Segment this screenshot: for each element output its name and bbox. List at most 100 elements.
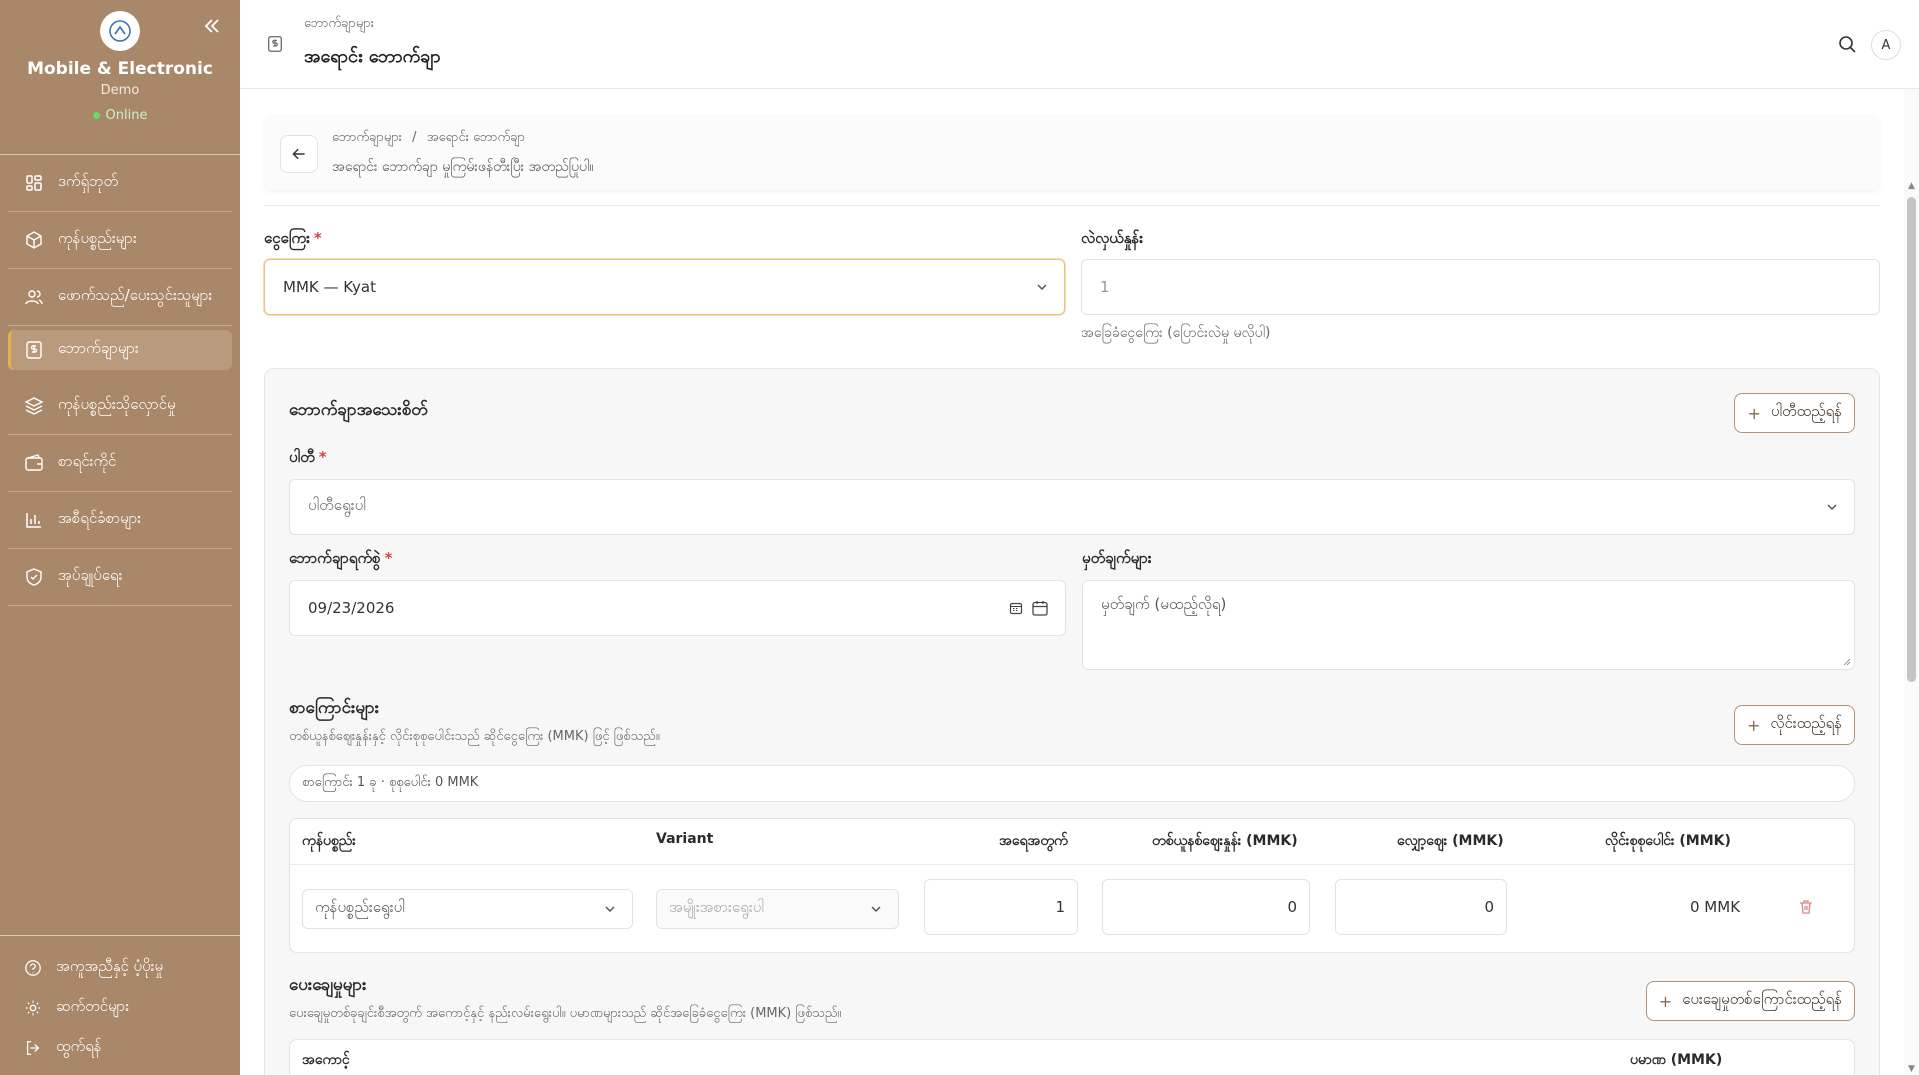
help-circle-icon <box>25 960 41 976</box>
breadcrumb-parent[interactable]: ဘောက်ချာများ <box>332 130 402 145</box>
sidebar-item-label: အစီရင်ခံစာများ <box>58 509 142 527</box>
add-party-button[interactable]: + ပါတီထည့်ရန် <box>1734 393 1855 433</box>
brand-logo-icon <box>109 20 131 42</box>
column-header: လိုင်းစုစုပေါင်း (MMK) <box>1605 833 1731 849</box>
party-placeholder: ပါတီရွေးပါ <box>308 496 366 514</box>
exchange-rate-input[interactable]: 1 <box>1081 259 1880 315</box>
sidebar-item-label: ဘောက်ချာများ <box>58 339 139 357</box>
receipt-dollar-icon <box>268 36 282 52</box>
voucher-date-value: 09/23/2026 <box>308 599 395 617</box>
box-icon <box>26 231 42 249</box>
breadcrumb: ဘောက်ချာများ / အရောင်း ဘောက်ချာ <box>332 129 525 148</box>
back-button[interactable] <box>280 135 318 173</box>
notes-textarea[interactable]: မှတ်ချက် (မထည့်လိုရ) <box>1082 580 1855 670</box>
sidebar-item-customers[interactable]: ဖောက်သည်/ပေးသွင်းသူများ <box>8 269 232 326</box>
online-label: Online <box>105 108 148 123</box>
calendar-icon[interactable] <box>1031 599 1049 617</box>
notes-label: မှတ်ချက်များ <box>1082 549 1152 567</box>
variant-placeholder: အမျိုးအစားရွေးပါ <box>669 898 764 916</box>
sidebar-item-label: ကုန်ပစ္စည်းများ <box>58 229 137 247</box>
sidebar: Mobile & Electronic Demo Online ဒက်ရှ်ဘု… <box>0 0 240 1075</box>
voucher-details-panel: ဘောက်ချာအသေးစိတ် + ပါတီထည့်ရန် ပါတီ * ပါတ… <box>264 368 1880 1075</box>
plus-icon: + <box>1747 403 1761 423</box>
currency-value: MMK — Kyat <box>283 278 376 296</box>
plus-icon: + <box>1747 715 1761 735</box>
sidebar-footer: အကူအညီနှင့် ပံ့ပိုးမှု ဆက်တင်များ ထွက်ရန… <box>0 935 240 1075</box>
sidebar-item-help[interactable]: အကူအညီနှင့် ပံ့ပိုးမှု <box>0 948 240 988</box>
product-select[interactable]: ကုန်ပစ္စည်းရွေးပါ <box>302 889 633 929</box>
header-breadcrumb[interactable]: ဘောက်ချာများ <box>304 15 374 34</box>
main-content: ဘောက်ချာများ / အရောင်း ဘောက်ချာ အရောင်း … <box>264 89 1880 1075</box>
page-title: အရောင်း ဘောက်ချာ <box>304 46 441 67</box>
variant-select[interactable]: အမျိုးအစားရွေးပါ <box>656 889 899 929</box>
chevron-down-icon <box>871 906 881 913</box>
brand-subtitle: Demo <box>100 83 140 98</box>
collapse-sidebar-icon[interactable] <box>202 16 222 36</box>
sidebar-item-reports[interactable]: အစီရင်ခံစာများ <box>8 492 232 549</box>
search-icon[interactable] <box>1837 34 1857 54</box>
add-line-button[interactable]: + လိုင်းထည့်ရန် <box>1734 705 1855 745</box>
users-icon <box>25 290 43 305</box>
voucher-date-label: ဘောက်ချာရက်စွဲ * <box>289 549 392 571</box>
sidebar-item-settings[interactable]: ဆက်တင်များ <box>0 988 240 1028</box>
layers-icon <box>24 397 44 415</box>
column-header: တစ်ယူနစ်ဈေးနှုန်း (MMK) <box>1152 833 1298 849</box>
party-select[interactable]: ပါတီရွေးပါ <box>289 479 1855 535</box>
unit-price-input[interactable]: 0 <box>1102 879 1310 935</box>
brand-logo <box>100 11 140 51</box>
sidebar-item-vouchers[interactable]: ဘောက်ချာများ <box>8 330 232 370</box>
unit-price-value: 0 <box>1287 898 1297 916</box>
wallet-icon <box>25 454 43 471</box>
add-payment-label: ပေးချေမှုတစ်ကြောင်းထည့်ရန် <box>1682 990 1842 1008</box>
party-label-text: ပါတီ <box>289 448 315 466</box>
rate-label: လဲလှယ်နှုန်း <box>1081 229 1144 247</box>
top-bar: ဘောက်ချာများ အရောင်း ဘောက်ချာ A <box>240 0 1919 89</box>
scroll-down-icon[interactable]: ▼ <box>1906 1064 1917 1075</box>
sidebar-item-label: ကုန်ပစ္စည်းသိုလှောင်မှု <box>58 395 176 413</box>
required-mark: * <box>313 229 322 247</box>
currency-select[interactable]: MMK — Kyat <box>264 259 1065 315</box>
chevron-down-icon <box>1037 284 1047 291</box>
brand-name: Mobile & Electronic <box>27 59 213 79</box>
avatar[interactable]: A <box>1871 30 1901 60</box>
resize-handle-icon[interactable] <box>1843 658 1851 666</box>
sidebar-item-label: ဆက်တင်များ <box>56 997 130 1015</box>
voucher-date-input[interactable]: 09/23/2026 <box>289 580 1066 636</box>
scrollbar[interactable]: ▲ ▼ <box>1904 89 1919 1075</box>
notes-placeholder: မှတ်ချက် (မထည့်လိုရ) <box>1101 595 1227 613</box>
sidebar-item-products[interactable]: ကုန်ပစ္စည်းများ <box>8 212 232 269</box>
line-total: 0 MMK <box>1690 898 1741 916</box>
add-payment-button[interactable]: + ပေးချေမှုတစ်ကြောင်းထည့်ရန် <box>1645 981 1855 1021</box>
payments-title: ပေးချေမှုများ <box>289 975 367 995</box>
scrollbar-thumb[interactable] <box>1907 197 1916 682</box>
scroll-up-icon[interactable]: ▲ <box>1906 181 1917 192</box>
currency-label-text: ငွေကြေး <box>264 229 310 247</box>
lines-summary-text: စာကြောင်း 1 ခု · စုစုပေါင်း 0 MMK <box>302 775 479 790</box>
lines-table: ကုန်ပစ္စည်း Variant အရေအတွက် တစ်ယူနစ်ဈေး… <box>289 818 1855 953</box>
lines-summary: စာကြောင်း 1 ခု · စုစုပေါင်း 0 MMK <box>289 765 1855 802</box>
column-header: ကုန်ပစ္စည်း <box>302 833 356 849</box>
column-header: ပမာဏ (MMK) <box>1630 1052 1723 1068</box>
sidebar-item-logout[interactable]: ထွက်ရန် <box>0 1028 240 1068</box>
sidebar-item-admin[interactable]: အုပ်ချုပ်ရေး <box>8 549 232 606</box>
trash-icon[interactable] <box>1798 899 1814 915</box>
exchange-rate-hint: အခြေခံငွေကြေး (ပြောင်းလဲမှု မလိုပါ) <box>1081 325 1271 341</box>
bar-chart-icon <box>26 513 41 528</box>
sidebar-item-label: အုပ်ချုပ်ရေး <box>58 566 123 584</box>
arrow-left-icon <box>292 148 305 160</box>
discount-input[interactable]: 0 <box>1335 879 1507 935</box>
sidebar-item-label: ဖောက်သည်/ပေးသွင်းသူများ <box>58 286 213 304</box>
quantity-value: 1 <box>1055 898 1065 916</box>
product-placeholder: ကုန်ပစ္စည်းရွေးပါ <box>315 898 405 916</box>
receipt-dollar-icon <box>26 341 42 359</box>
plus-icon: + <box>1658 991 1673 1011</box>
sidebar-item-dashboard[interactable]: ဒက်ရှ်ဘုတ် <box>8 155 232 212</box>
quantity-input[interactable]: 1 <box>924 879 1078 935</box>
calendar-small-icon[interactable] <box>1009 601 1023 615</box>
sidebar-item-accounting[interactable]: စာရင်းကိုင် <box>8 435 232 492</box>
page-description: အရောင်း ဘောက်ချာ မှုကြမ်းဖန်တီးပြီး အတည်… <box>332 159 594 175</box>
sidebar-item-label: ဒက်ရှ်ဘုတ် <box>58 172 119 190</box>
sidebar-header: Mobile & Electronic Demo Online <box>0 0 240 155</box>
sidebar-item-inventory[interactable]: ကုန်ပစ္စည်းသိုလှောင်မှု <box>8 378 232 435</box>
exchange-rate-value: 1 <box>1100 278 1110 296</box>
